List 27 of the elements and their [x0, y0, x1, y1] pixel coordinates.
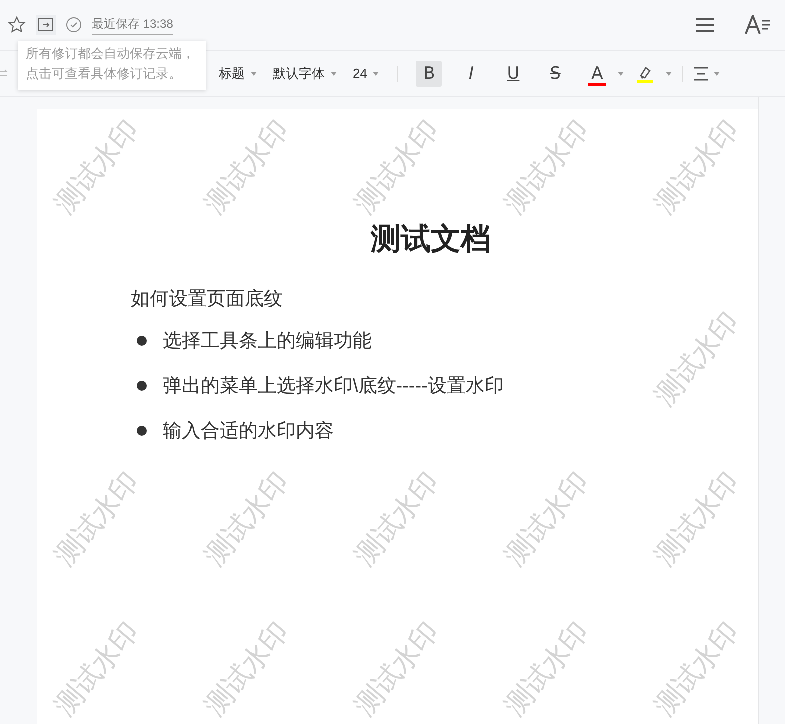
- highlighter-icon: [636, 64, 654, 82]
- bullet-text: 弹出的菜单上选择水印\底纹-----设置水印: [163, 375, 504, 399]
- caret-icon: [618, 72, 624, 76]
- align-icon[interactable]: [693, 66, 710, 80]
- text-style-icon[interactable]: [745, 15, 771, 35]
- autosave-tooltip: 所有修订都会自动保存云端，点击可查看具体修订记录。: [18, 41, 206, 90]
- folder-move-icon[interactable]: [36, 15, 56, 35]
- bullet-icon: [137, 336, 147, 346]
- dropdown-button[interactable]: 标题: [213, 60, 263, 86]
- font-color-button[interactable]: A: [584, 60, 610, 86]
- document-title: 测试文档: [371, 221, 492, 259]
- dropdown-button[interactable]: 24: [347, 62, 386, 85]
- caret-icon: [666, 72, 672, 76]
- strike-button[interactable]: S: [542, 60, 568, 86]
- bold-button[interactable]: B: [416, 60, 442, 86]
- underline-button[interactable]: U: [500, 60, 526, 86]
- save-status-link[interactable]: 最近保存 13:38: [92, 16, 174, 34]
- paragraph-text: 如何设置页面底纹: [131, 288, 284, 312]
- bullet-icon: [137, 381, 147, 391]
- bullet-text: 选择工具条上的编辑功能: [163, 330, 372, 354]
- bullet-text: 输入合适的水印内容: [163, 420, 334, 444]
- italic-button[interactable]: I: [458, 60, 484, 86]
- dropdown-button[interactable]: 默认字体: [267, 60, 343, 86]
- menu-icon[interactable]: [695, 17, 715, 33]
- bullet-icon: [137, 426, 147, 436]
- star-icon[interactable]: [8, 16, 26, 34]
- check-circle-icon: [66, 17, 82, 33]
